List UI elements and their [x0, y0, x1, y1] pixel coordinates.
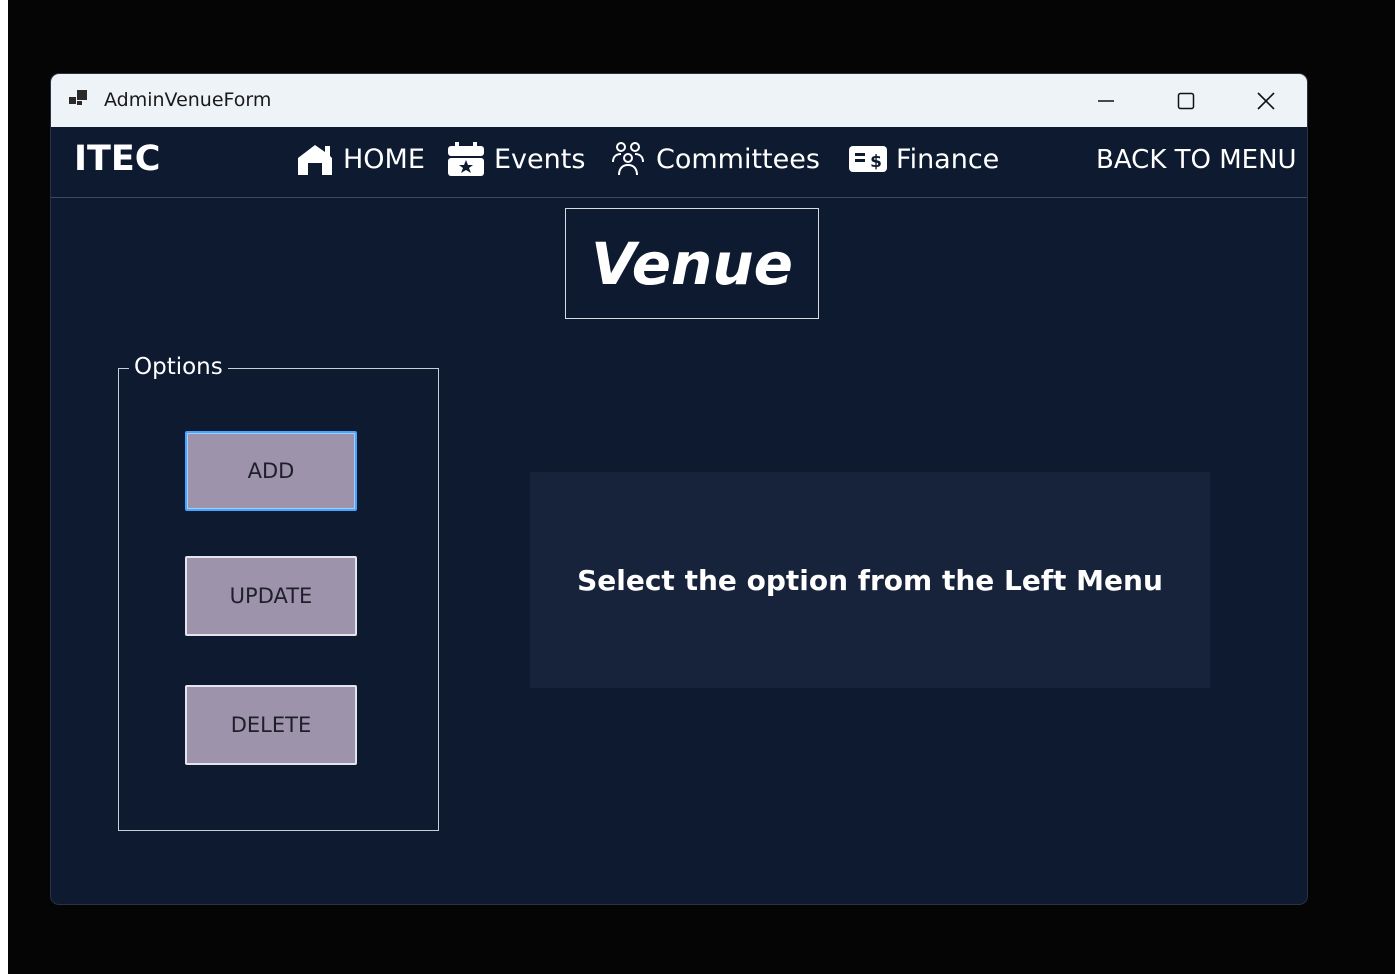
maximize-button[interactable]: [1151, 74, 1221, 127]
nav-events[interactable]: Events: [446, 141, 585, 177]
app-icon: [69, 90, 87, 105]
maximize-icon: [1177, 92, 1195, 109]
people-group-icon: [612, 142, 644, 176]
minimize-icon: [1098, 99, 1114, 102]
window-title: AdminVenueForm: [104, 89, 272, 111]
calendar-star-icon: [448, 142, 484, 176]
options-groupbox: Options ADD UPDATE DELETE: [118, 354, 439, 831]
nav-finance-label: Finance: [896, 143, 1000, 175]
back-to-menu-link[interactable]: BACK TO MENU: [1096, 145, 1297, 175]
page-title: Venue: [591, 229, 793, 298]
delete-button[interactable]: DELETE: [185, 685, 357, 765]
top-navbar: ITEC HOME Events Committees $ Finance BA…: [51, 127, 1307, 198]
update-button[interactable]: UPDATE: [185, 556, 357, 636]
nav-finance[interactable]: $ Finance: [848, 141, 999, 177]
brand-logo-text: ITEC: [74, 139, 161, 179]
page-title-box: Venue: [565, 208, 819, 319]
close-button[interactable]: [1231, 74, 1301, 127]
svg-text:$: $: [870, 152, 882, 172]
title-bar: AdminVenueForm: [51, 74, 1307, 127]
app-window: AdminVenueForm ITEC HOME Events Committe…: [51, 74, 1307, 904]
finance-card-icon: $: [849, 146, 887, 172]
nav-committees-label: Committees: [656, 143, 820, 175]
minimize-button[interactable]: [1071, 74, 1141, 127]
nav-committees[interactable]: Committees: [608, 141, 820, 177]
instruction-message: Select the option from the Left Menu: [577, 563, 1163, 597]
nav-events-label: Events: [494, 143, 586, 175]
nav-home-label: HOME: [343, 143, 425, 175]
options-legend: Options: [129, 354, 228, 380]
home-icon: [298, 145, 332, 175]
nav-home[interactable]: HOME: [295, 141, 425, 177]
desktop-edge: [0, 0, 8, 974]
add-button[interactable]: ADD: [185, 431, 357, 511]
close-icon: [1257, 91, 1275, 110]
content-panel: Select the option from the Left Menu: [530, 472, 1210, 688]
